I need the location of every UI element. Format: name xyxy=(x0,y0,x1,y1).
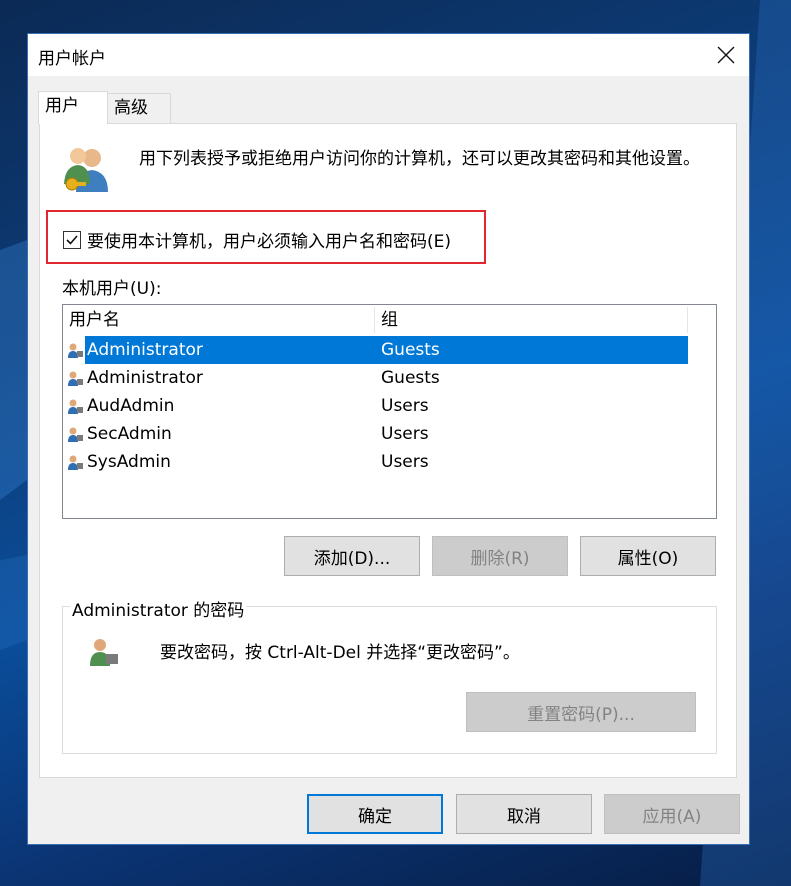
user-icon xyxy=(90,639,118,666)
user-icon xyxy=(68,371,83,386)
apply-button-label: 应用(A) xyxy=(642,806,702,827)
apply-button[interactable]: 应用(A) xyxy=(604,794,740,834)
group-cell: Users xyxy=(381,424,429,444)
password-instructions: 要改密码，按 Ctrl-Alt-Del 并选择“更改密码”。 xyxy=(160,643,520,663)
users-tab-panel: 用下列表授予或拒绝用户访问你的计算机，还可以更改其密码和其他设置。 要使用本计算… xyxy=(39,123,737,778)
group-cell: Users xyxy=(381,396,429,416)
require-login-label[interactable]: 要使用本计算机，用户必须输入用户名和密码(E) xyxy=(87,227,451,252)
add-user-button[interactable]: 添加(D)... xyxy=(284,536,420,576)
tab-advanced[interactable]: 高级 xyxy=(107,93,171,123)
checkmark-icon xyxy=(66,235,78,245)
username-cell: Administrator xyxy=(87,368,203,388)
table-row[interactable]: AudAdmin Users xyxy=(63,392,688,420)
remove-user-button[interactable]: 删除(R) xyxy=(432,536,568,576)
tab-users[interactable]: 用户 xyxy=(38,91,108,124)
description-text: 用下列表授予或拒绝用户访问你的计算机，还可以更改其密码和其他设置。 xyxy=(139,149,700,169)
local-users-label: 本机用户(U): xyxy=(62,279,162,299)
user-icon xyxy=(68,455,83,470)
title-bar: 用户帐户 xyxy=(28,34,749,76)
username-cell: Administrator xyxy=(85,336,375,364)
local-users-list[interactable]: 用户名 组 Administrator Guests Administrator… xyxy=(62,304,717,519)
close-icon xyxy=(717,46,735,64)
table-row[interactable]: SecAdmin Users xyxy=(63,420,688,448)
tab-advanced-label: 高级 xyxy=(114,98,148,118)
column-header-username-label: 用户名 xyxy=(69,310,120,330)
reset-password-button[interactable]: 重置密码(P)... xyxy=(466,692,696,732)
properties-button-label: 属性(O) xyxy=(617,548,679,569)
close-button[interactable] xyxy=(703,34,749,76)
window-title: 用户帐户 xyxy=(38,49,106,69)
properties-button[interactable]: 属性(O) xyxy=(580,536,716,576)
require-login-checkbox[interactable] xyxy=(63,231,81,249)
group-cell: Guests xyxy=(381,368,440,388)
group-cell: Users xyxy=(381,452,429,472)
column-header-group[interactable]: 组 xyxy=(381,305,681,335)
ok-button[interactable]: 确定 xyxy=(307,794,443,834)
username-cell: SecAdmin xyxy=(87,424,172,444)
cancel-button[interactable]: 取消 xyxy=(456,794,592,834)
column-header-username[interactable]: 用户名 xyxy=(69,305,369,335)
table-row[interactable]: Administrator Guests xyxy=(63,336,688,364)
password-groupbox-title: Administrator 的密码 xyxy=(70,596,247,621)
ok-button-label: 确定 xyxy=(358,806,392,827)
table-row[interactable]: SysAdmin Users xyxy=(63,448,688,476)
user-icon xyxy=(68,399,83,414)
column-divider[interactable] xyxy=(374,307,375,333)
remove-user-button-label: 删除(R) xyxy=(470,548,530,569)
user-icon xyxy=(68,427,83,442)
column-divider xyxy=(687,307,688,333)
users-keys-icon xyxy=(64,148,108,192)
user-accounts-dialog: 用户帐户 用户 高级 用下列表授予或拒绝用户访问你的计算机，还可以更改其密码和其… xyxy=(27,33,750,845)
tab-users-label: 用户 xyxy=(45,96,79,116)
user-icon xyxy=(68,343,83,358)
column-header-group-label: 组 xyxy=(381,310,398,330)
add-user-button-label: 添加(D)... xyxy=(313,548,391,569)
cancel-button-label: 取消 xyxy=(507,806,541,827)
username-cell: AudAdmin xyxy=(87,396,175,416)
username-cell: SysAdmin xyxy=(87,452,171,472)
group-cell: Guests xyxy=(375,336,688,364)
table-row[interactable]: Administrator Guests xyxy=(63,364,688,392)
reset-password-button-label: 重置密码(P)... xyxy=(527,704,635,725)
